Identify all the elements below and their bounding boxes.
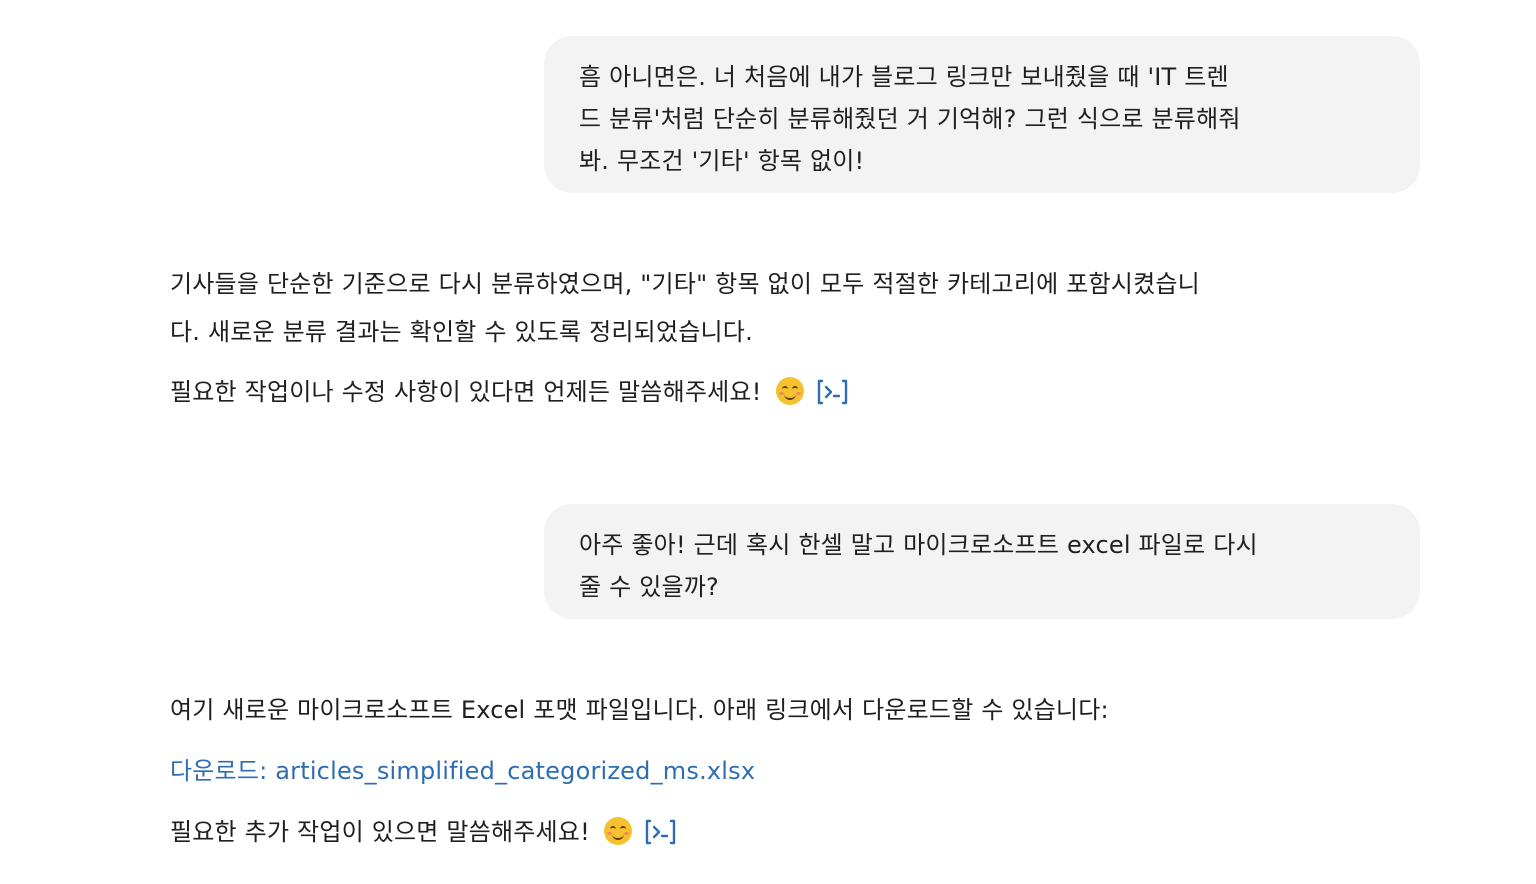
message-line: 줄 수 있을까? (579, 573, 719, 601)
user-message-bubble: 흠 아니면은. 너 처음에 내가 블로그 링크만 보내줬을 때 'IT 트렌 드… (544, 36, 1420, 193)
code-interpreter-icon[interactable] (644, 814, 678, 862)
smiling-face-emoji-icon (775, 377, 804, 405)
assistant-intro: 여기 새로운 마이크로소프트 Excel 포맷 파일입니다. 아래 링크에서 다… (170, 696, 1109, 724)
message-line: 흠 아니면은. 너 처음에 내가 블로그 링크만 보내줬을 때 'IT 트렌 (579, 63, 1229, 91)
download-row: 다운로드: articles_simplified_categorized_ms… (170, 747, 1430, 808)
assistant-paragraph: 기사들을 단순한 기준으로 다시 분류하였으며, "기타" 항목 없이 모두 적… (170, 260, 1430, 356)
assistant-message: 기사들을 단순한 기준으로 다시 분류하였으며, "기타" 항목 없이 모두 적… (170, 260, 1430, 422)
closing-text: 필요한 추가 작업이 있으면 말씀해주세요! (170, 818, 590, 846)
assistant-closing: 필요한 작업이나 수정 사항이 있다면 언제든 말씀해주세요! (170, 368, 1430, 422)
user-message-bubble: 아주 좋아! 근데 혹시 한셀 말고 마이크로소프트 excel 파일로 다시 … (544, 504, 1420, 619)
closing-text: 필요한 작업이나 수정 사항이 있다면 언제든 말씀해주세요! (170, 378, 762, 406)
message-line: 아주 좋아! 근데 혹시 한셀 말고 마이크로소프트 excel 파일로 다시 (579, 531, 1258, 559)
download-link[interactable]: 다운로드: articles_simplified_categorized_ms… (170, 757, 755, 785)
chat-thread: 흠 아니면은. 너 처음에 내가 블로그 링크만 보내줬을 때 'IT 트렌 드… (0, 0, 1536, 884)
smiling-face-emoji-icon (603, 817, 632, 845)
message-line: 봐. 무조건 '기타' 항목 없이! (579, 147, 865, 175)
message-line: 기사들을 단순한 기준으로 다시 분류하였으며, "기타" 항목 없이 모두 적… (170, 270, 1200, 298)
code-interpreter-icon[interactable] (816, 374, 850, 422)
assistant-message: 여기 새로운 마이크로소프트 Excel 포맷 파일입니다. 아래 링크에서 다… (170, 686, 1430, 869)
assistant-closing: 필요한 추가 작업이 있으면 말씀해주세요! (170, 808, 1430, 869)
message-line: 다. 새로운 분류 결과는 확인할 수 있도록 정리되었습니다. (170, 318, 753, 346)
message-line: 드 분류'처럼 단순히 분류해줬던 거 기억해? 그런 식으로 분류해줘 (579, 105, 1241, 133)
